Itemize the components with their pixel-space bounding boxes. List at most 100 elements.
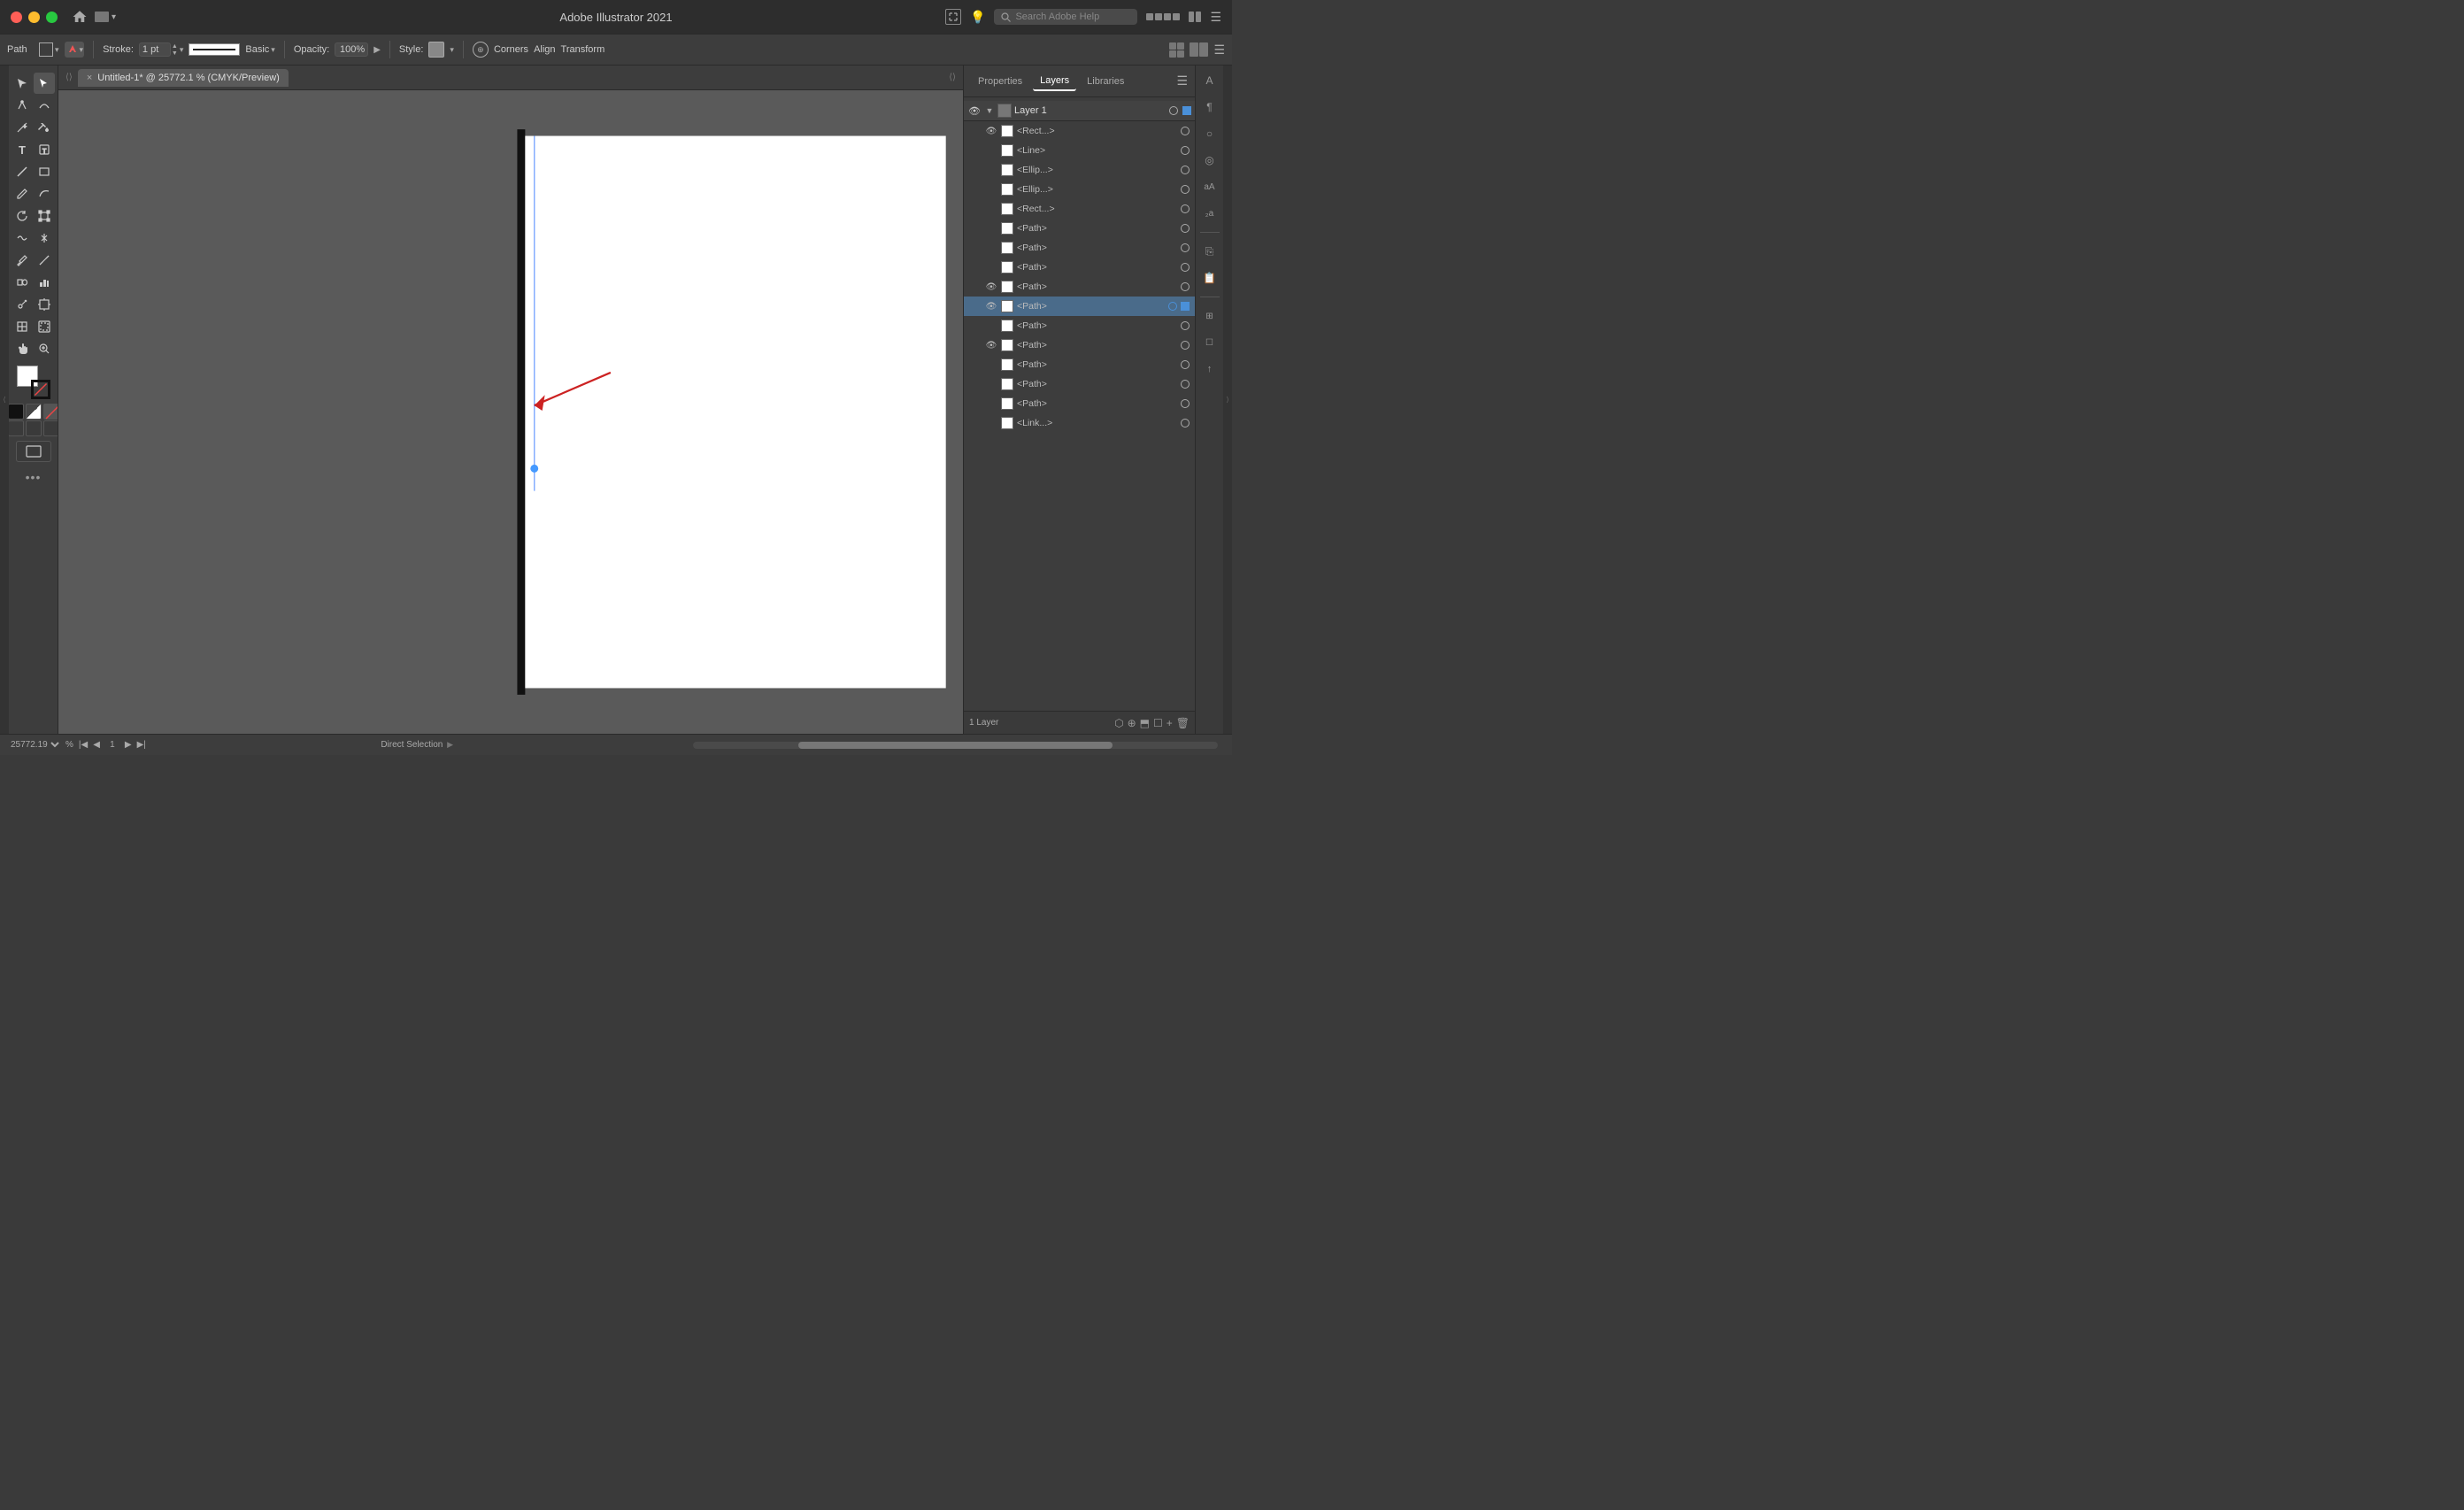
stroke-style-selector[interactable]: Basic ▾ [245,44,274,55]
style-swatch[interactable] [428,42,444,58]
close-button[interactable] [11,12,22,23]
add-anchor-tool[interactable]: + [12,117,33,138]
artboard-tool[interactable] [34,294,55,315]
last-page-btn[interactable]: ▶| [135,739,148,751]
search-bar[interactable] [994,9,1137,25]
collect-in-new-layer-icon[interactable]: ☐ [1153,717,1163,729]
more-tools-btn[interactable]: ••• [26,470,42,484]
rps-circle-icon[interactable]: ○ [1200,124,1220,143]
panel-left-arrow[interactable]: ⟨⟩ [65,73,73,82]
layer-circle-5[interactable] [1181,224,1190,233]
layer-circle-7[interactable] [1181,263,1190,272]
rps-artboard-icon[interactable]: ☐ [1200,333,1220,352]
opacity-expand[interactable]: ▶ [373,45,381,55]
zoom-select[interactable]: 25772.19 [7,739,62,751]
tool-arrow-expand[interactable]: ▶ [447,740,453,749]
overflow-menu-icon[interactable]: ☰ [1213,42,1225,58]
layer-item-5[interactable]: 👁 <Path> [964,219,1195,238]
layer-item-14[interactable]: 👁 <Path> [964,394,1195,413]
rps-paste-icon[interactable]: 📋 [1200,268,1220,288]
search-input[interactable] [1015,12,1130,22]
layer-circle-11[interactable] [1181,341,1190,350]
horizontal-scrollbar[interactable] [693,742,1218,749]
layer-item-1[interactable]: 👁 <Line> [964,141,1195,160]
direct-selection-tool[interactable] [34,73,55,94]
line-tool[interactable] [12,161,33,182]
rect-tool[interactable] [34,161,55,182]
stroke-weight-field[interactable]: ▲ ▼ ▾ [139,42,183,57]
rps-text-icon[interactable]: A [1200,71,1220,90]
column-graph-tool[interactable] [34,272,55,293]
tab-libraries[interactable]: Libraries [1080,73,1131,90]
width-tool[interactable] [34,227,55,249]
arrange-view-icon[interactable] [1169,42,1184,58]
transform-label[interactable]: Transform [561,44,605,55]
layer-circle-10[interactable] [1181,321,1190,330]
stroke-weight-spinner[interactable]: ▲ ▼ [172,43,178,57]
prev-page-btn[interactable]: ◀ [91,739,102,751]
draw-mode-selector[interactable]: ▾ [65,42,85,58]
free-transform-tool[interactable] [34,205,55,227]
type-tool[interactable]: T [12,139,33,160]
layer-circle-1[interactable] [1181,146,1190,155]
rps-target-icon[interactable]: ◎ [1200,150,1220,170]
color-mode-btn[interactable] [9,404,24,420]
layer-circle-4[interactable] [1181,204,1190,213]
tab-close[interactable]: × [87,73,92,83]
gradient-mode-btn[interactable] [26,404,42,420]
layer-eye-11[interactable]: 👁 [985,339,997,351]
draw-normal-icon[interactable] [65,42,80,57]
fill-stroke-indicator[interactable] [17,366,50,399]
rps-subscript-icon[interactable]: ₂a [1200,204,1220,223]
zoom-to-selection-icon[interactable]: ⊕ [1128,717,1136,729]
fullscreen-icon[interactable] [945,9,961,25]
paint-bucket-tool[interactable] [34,117,55,138]
area-type-tool[interactable]: T [34,139,55,160]
blend-tool[interactable] [12,272,33,293]
none-mode-btn[interactable] [43,404,59,420]
layer-eye-8[interactable]: 👁 [985,281,997,293]
layer-item-6[interactable]: 👁 <Path> [964,238,1195,258]
panel-tabs-menu[interactable]: ☰ [1176,73,1188,89]
style-expand[interactable]: ▾ [450,45,454,55]
layer-circle-13[interactable] [1181,380,1190,389]
smooth-tool[interactable] [34,183,55,204]
layer-circle-9[interactable] [1168,302,1177,311]
layer-item-4[interactable]: 👁 <Rect...> [964,199,1195,219]
layer-group-header[interactable]: 👁 ▼ Layer 1 [964,101,1195,121]
move-to-current-layer-icon[interactable]: ⬒ [1140,717,1150,729]
slice-tool[interactable] [12,316,33,337]
layer-circle-0[interactable] [1181,127,1190,135]
rps-paragraph-icon[interactable]: ¶ [1200,97,1220,117]
pencil-tool[interactable] [12,183,33,204]
layer-item-8[interactable]: 👁 <Path> [964,277,1195,297]
layer-circle-3[interactable] [1181,185,1190,194]
right-panel-collapse[interactable]: ⟩ [1223,65,1232,734]
warp-tool[interactable] [12,227,33,249]
layer-item-3[interactable]: 👁 <Ellip...> [964,180,1195,199]
layer-item-11[interactable]: 👁 <Path> [964,335,1195,355]
layer-item-2[interactable]: 👁 <Ellip...> [964,160,1195,180]
layer-circle-2[interactable] [1181,166,1190,174]
page-input[interactable] [104,740,121,750]
print-tiling-tool[interactable] [34,316,55,337]
view-toggle-icon[interactable] [1190,42,1208,57]
pen-tool[interactable] [12,95,33,116]
inside-mode-btn[interactable] [43,420,59,436]
panel-layout-icon[interactable] [1189,12,1201,22]
behind-mode-btn[interactable] [26,420,42,436]
new-layer-icon[interactable]: + [1167,717,1173,729]
rps-copy-icon[interactable]: ⎘ [1200,242,1220,261]
layer-group-eye[interactable]: 👁 [967,105,982,117]
rps-grid-icon[interactable]: ⊞ [1200,306,1220,326]
layer-circle-15[interactable] [1181,419,1190,428]
layer-lock-circle[interactable] [1169,106,1178,115]
arrange-icon[interactable] [1146,13,1180,20]
layer-item-10[interactable]: 👁 <Path> [964,316,1195,335]
layer-circle-12[interactable] [1181,360,1190,369]
zoom-tool[interactable] [34,338,55,359]
workspace-switcher[interactable]: ▾ [95,12,116,22]
menu-icon[interactable]: ☰ [1210,10,1221,25]
document-tab[interactable]: × Untitled-1* @ 25772.1 % (CMYK/Preview) [78,69,289,87]
eyedropper-tool[interactable] [12,250,33,271]
